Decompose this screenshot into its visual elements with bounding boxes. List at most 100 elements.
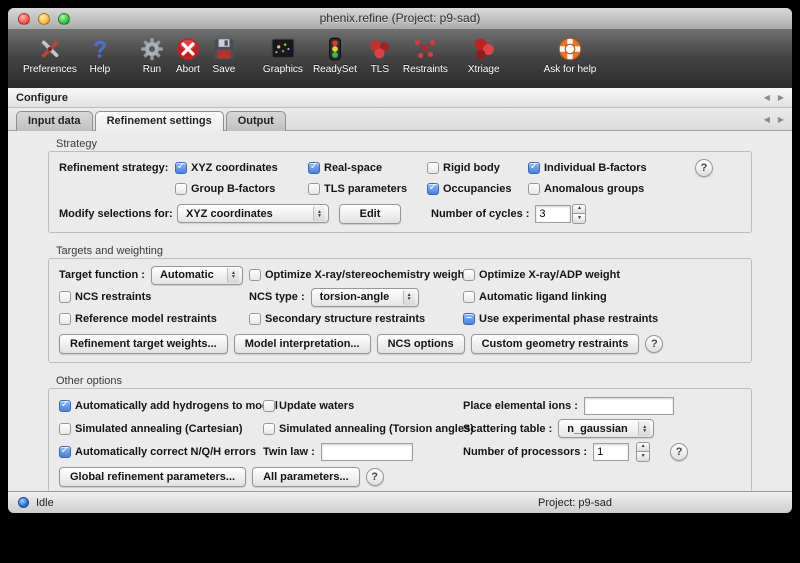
dropdown-value: Automatic [160,269,221,281]
checkbox-label: TLS parameters [324,183,407,195]
graphics-icon [270,36,296,62]
stepper-down-icon[interactable]: ▼ [572,213,586,224]
checkbox-label: Automatic ligand linking [479,291,607,303]
targets-group-title: Targets and weighting [56,245,752,257]
target-function-label: Target function : [59,269,145,281]
twin-law-field[interactable] [321,443,413,461]
checkbox-simulated-annealing-cartesian[interactable]: Simulated annealing (Cartesian) [59,423,263,435]
toolbar-button-help[interactable]: ? Help [82,34,118,77]
checkbox-update-waters[interactable]: Update waters [263,400,463,412]
stepper-up-icon[interactable]: ▲ [636,442,650,452]
scroll-left-icon[interactable]: ◀ [764,93,770,102]
checkbox-optimize-xray-stereochemistry-weight[interactable]: Optimize X-ray/stereochemistry weight [249,269,463,281]
checkbox-box [59,423,71,435]
other-options-help-button[interactable]: ? [366,468,384,486]
strategy-help-button[interactable]: ? [695,159,713,177]
number-of-processors-label: Number of processors : [463,446,587,458]
save-disk-icon [211,36,237,62]
checkbox-label: Individual B-factors [544,162,647,174]
toolbar-label: TLS [371,64,389,75]
model-interpretation-button[interactable]: Model interpretation... [234,334,371,354]
custom-geometry-restraints-button[interactable]: Custom geometry restraints [471,334,640,354]
ncs-options-button[interactable]: NCS options [377,334,465,354]
checkbox-box [528,183,540,195]
number-of-processors-stepper[interactable]: ▲ ▼ [636,442,650,462]
toolbar-button-readyset[interactable]: ReadySet [308,34,362,77]
restraints-molecule-icon [412,36,438,62]
checkbox-automatic-ligand-linking[interactable]: Automatic ligand linking [463,291,741,303]
scattering-table-label: Scattering table : [463,423,552,435]
toolbar-label: Xtriage [468,64,500,75]
configure-scroll-arrows[interactable]: ◀ ▶ [764,93,784,102]
checkbox-simulated-annealing-torsion[interactable]: Simulated annealing (Torsion angles) [263,423,463,435]
number-of-processors-field[interactable] [593,443,629,461]
toolbar-label: Save [213,64,236,75]
checkbox-box [175,183,187,195]
window-title: phenix.refine (Project: p9-sad) [8,11,792,25]
toolbar-button-preferences[interactable]: Preferences [18,34,82,77]
tab-output[interactable]: Output [226,111,286,131]
tab-refinement-settings[interactable]: Refinement settings [95,111,224,131]
popup-arrows-icon: ▲▼ [403,290,415,305]
toolbar-label: Graphics [263,64,303,75]
processors-help-button[interactable]: ? [670,443,688,461]
edit-button[interactable]: Edit [339,204,401,224]
checkbox-label: Use experimental phase restraints [479,313,658,325]
scattering-table-dropdown[interactable]: n_gaussian ▲▼ [558,419,654,438]
checkbox-reference-model-restraints[interactable]: Reference model restraints [59,313,249,325]
title-bar[interactable]: phenix.refine (Project: p9-sad) [8,8,792,30]
checkbox-occupancies[interactable]: Occupancies [427,183,528,195]
toolbar-button-save[interactable]: Save [206,34,242,77]
toolbar-button-xtriage[interactable]: Xtriage [463,34,505,77]
strategy-group-title: Strategy [56,138,752,150]
svg-text:?: ? [93,37,108,62]
global-refinement-parameters-button[interactable]: Global refinement parameters... [59,467,246,487]
tab-scroll-arrows[interactable]: ◀ ▶ [764,115,784,124]
checkbox-optimize-xray-adp-weight[interactable]: Optimize X-ray/ADP weight [463,269,741,281]
ncs-type-dropdown[interactable]: torsion-angle ▲▼ [311,288,419,307]
checkbox-group-b-factors[interactable]: Group B-factors [175,183,308,195]
toolbar-button-tls[interactable]: TLS [362,34,398,77]
toolbar-label: Help [90,64,111,75]
target-function-dropdown[interactable]: Automatic ▲▼ [151,266,243,285]
configure-title: Configure [16,92,68,104]
tab-input-data[interactable]: Input data [16,111,93,131]
stepper-down-icon[interactable]: ▼ [636,451,650,462]
number-of-cycles-stepper[interactable]: ▲ ▼ [572,204,586,224]
place-elemental-ions-field[interactable] [584,397,674,415]
checkbox-secondary-structure-restraints[interactable]: Secondary structure restraints [249,313,463,325]
modify-selections-dropdown[interactable]: XYZ coordinates ▲▼ [177,204,329,223]
checkbox-box [175,162,187,174]
checkbox-xyz-coordinates[interactable]: XYZ coordinates [175,162,308,174]
number-of-cycles-field[interactable] [535,205,571,223]
checkbox-automatically-add-hydrogens[interactable]: Automatically add hydrogens to model [59,400,263,412]
help-icon: ? [87,36,113,62]
targets-help-button[interactable]: ? [645,335,663,353]
checkbox-tls-parameters[interactable]: TLS parameters [308,183,427,195]
toolbar-button-graphics[interactable]: Graphics [258,34,308,77]
scroll-right-icon[interactable]: ▶ [778,115,784,124]
checkbox-ncs-restraints[interactable]: NCS restraints [59,291,249,303]
dropdown-value: n_gaussian [567,423,632,435]
toolbar-button-abort[interactable]: Abort [170,34,206,77]
checkbox-label: Secondary structure restraints [265,313,425,325]
checkbox-rigid-body[interactable]: Rigid body [427,162,528,174]
checkbox-anomalous-groups[interactable]: Anomalous groups [528,183,678,195]
checkbox-use-experimental-phase-restraints[interactable]: Use experimental phase restraints [463,313,741,325]
number-of-cycles-label: Number of cycles : [431,208,529,220]
tls-spheres-icon [367,36,393,62]
checkbox-real-space[interactable]: Real-space [308,162,427,174]
dropdown-value: torsion-angle [320,291,397,303]
toolbar-button-restraints[interactable]: Restraints [398,34,453,77]
stepper-up-icon[interactable]: ▲ [572,204,586,214]
toolbar-button-ask-for-help[interactable]: Ask for help [539,34,602,77]
scroll-left-icon[interactable]: ◀ [764,115,770,124]
refinement-target-weights-button[interactable]: Refinement target weights... [59,334,228,354]
checkbox-automatically-correct-nqh[interactable]: Automatically correct N/Q/H errors [59,446,263,458]
checkbox-individual-b-factors[interactable]: Individual B-factors [528,162,678,174]
all-parameters-button[interactable]: All parameters... [252,467,360,487]
toolbar-button-run[interactable]: Run [134,34,170,77]
project-label: Project: p9-sad [538,497,612,509]
configure-header: Configure ◀ ▶ [8,88,792,108]
scroll-right-icon[interactable]: ▶ [778,93,784,102]
